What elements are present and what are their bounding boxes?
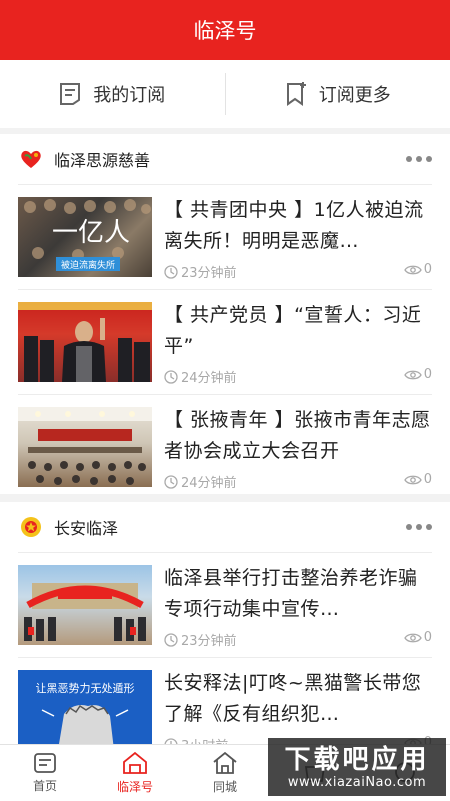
news-item[interactable]: 【 共产党员 】“宣誓人：习近平” 24分钟前 0 (18, 289, 432, 394)
news-item[interactable]: 临泽县举行打击整治养老诈骗专项行动集中宣传… 23分钟前 0 (18, 552, 432, 657)
news-thumbnail (18, 407, 152, 487)
bookmark-add-icon (285, 82, 307, 106)
my-subscriptions-button[interactable]: 我的订阅 (0, 60, 225, 128)
news-thumbnail (18, 565, 152, 645)
news-item[interactable]: 一亿人 被迫流离失所 【 共青团中央 】1亿人被迫流离失所！明明是恶魔… 23分… (18, 184, 432, 289)
more-icon[interactable] (406, 156, 432, 162)
eye-icon (404, 264, 422, 276)
clock-icon (164, 475, 178, 489)
subscribe-more-label: 订阅更多 (319, 81, 391, 107)
document-icon (59, 82, 81, 106)
thumb-slogan: 让黑恶势力无处遁形 (36, 681, 135, 695)
tab-label: 临泽号 (117, 778, 153, 795)
tab-home[interactable]: 首页 (0, 745, 90, 801)
watermark-title: 下载吧应用 (284, 745, 429, 775)
clock-icon (164, 633, 178, 647)
channel-header[interactable]: 长安临泽 (0, 502, 450, 552)
news-item[interactable]: 让黑恶势力无处遁形 长安释法|叮咚~黑猫警长带您了解《反有组织犯… 3小时前 0 (18, 657, 432, 744)
clock-icon (164, 265, 178, 279)
news-item[interactable]: 【 张掖青年 】张掖市青年志愿者协会成立大会召开 24分钟前 0 (18, 394, 432, 499)
channel-name: 长安临泽 (54, 515, 406, 539)
news-time: 24分钟前 (164, 367, 237, 386)
site-watermark: 下载吧应用 www.xiazaiNao.com (268, 738, 446, 796)
channel-section: 临泽思源慈善 一亿人 被迫流离失所 【 共青团中央 】1亿人被迫流离失所！明明是… (0, 134, 450, 494)
tab-linze-hao[interactable]: 临泽号 (90, 745, 180, 801)
news-icon (33, 752, 57, 774)
thumb-caption: 被迫流离失所 (61, 259, 115, 271)
news-views: 0 (404, 367, 432, 382)
house-icon (212, 751, 238, 775)
eye-icon (404, 369, 422, 381)
clock-icon (164, 370, 178, 384)
eye-icon (404, 474, 422, 486)
subscribe-more-button[interactable]: 订阅更多 (226, 60, 450, 128)
tab-label: 同城 (213, 778, 237, 795)
page-title: 临泽号 (194, 15, 257, 45)
more-icon[interactable] (406, 524, 432, 530)
news-views: 0 (404, 262, 432, 277)
eye-icon (404, 632, 422, 644)
news-title: 临泽县举行打击整治养老诈骗专项行动集中宣传… (164, 563, 432, 625)
news-title: 【 共青团中央 】1亿人被迫流离失所！明明是恶魔… (164, 195, 432, 257)
thumb-big-text: 一亿人 (52, 218, 130, 248)
channel-name: 临泽思源慈善 (54, 147, 406, 171)
news-title: 【 张掖青年 】张掖市青年志愿者协会成立大会召开 (164, 405, 432, 467)
news-title: 长安释法|叮咚~黑猫警长带您了解《反有组织犯… (164, 668, 432, 730)
news-time: 24分钟前 (164, 472, 237, 491)
home-icon (122, 751, 148, 775)
channel-header[interactable]: 临泽思源慈善 (0, 134, 450, 184)
my-subscriptions-label: 我的订阅 (93, 81, 165, 107)
tab-label: 首页 (33, 777, 57, 794)
tab-local[interactable]: 同城 (180, 745, 270, 801)
news-thumbnail: 一亿人 被迫流离失所 (18, 197, 152, 277)
news-title: 【 共产党员 】“宣誓人：习近平” (164, 300, 432, 362)
police-badge-logo-icon (18, 516, 44, 538)
subscription-bar: 我的订阅 订阅更多 (0, 60, 450, 128)
news-views: 0 (404, 472, 432, 487)
news-thumbnail: 让黑恶势力无处遁形 (18, 670, 152, 744)
news-time: 3小时前 (164, 735, 228, 744)
charity-heart-logo-icon (18, 148, 44, 170)
news-time: 23分钟前 (164, 262, 237, 281)
channel-section: 长安临泽 临泽县举行打击整治养老诈骗专项行动集中宣传… 23分钟前 0 (0, 502, 450, 744)
news-time: 23分钟前 (164, 630, 237, 649)
news-thumbnail (18, 302, 152, 382)
watermark-url: www.xiazaiNao.com (288, 775, 426, 790)
news-views: 0 (404, 630, 432, 645)
app-header: 临泽号 (0, 0, 450, 60)
